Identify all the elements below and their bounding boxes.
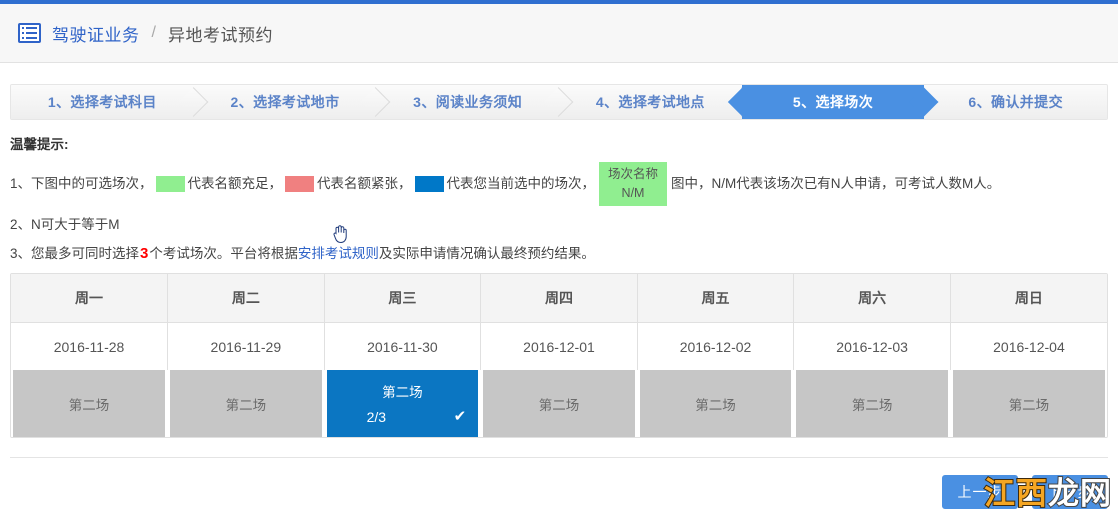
legend-sample-name: 场次名称: [608, 165, 658, 184]
breadcrumb-separator: /: [152, 24, 156, 42]
session-slot-tue[interactable]: 第二场: [170, 370, 322, 437]
session-slot-name-fri: 第二场: [695, 394, 736, 414]
tip-line-2: 2、N可大于等于M: [10, 215, 1108, 235]
tip2-text: 2、N可大于等于M: [10, 215, 120, 235]
step-item-1[interactable]: 1、选择考试科目: [11, 85, 194, 119]
slot-cell-1: 第二场: [11, 370, 168, 437]
exam-rules-link[interactable]: 安排考试规则: [298, 244, 379, 264]
date-cell-5: 2016-12-02: [637, 323, 794, 371]
step-item-4[interactable]: 4、选择考试地点: [559, 85, 742, 119]
tip1-green-text: 代表名额充足，: [188, 174, 283, 194]
tips-title: 温馨提示:: [10, 133, 1108, 153]
session-slot-name-thu: 第二场: [539, 394, 580, 414]
tip3-prefix: 3、您最多可同时选择: [10, 244, 139, 264]
step-label-2: 2、选择考试地市: [231, 92, 340, 112]
tips-section: 温馨提示: 1、下图中的可选场次， 代表名额充足， 代表名额紧张， 代表您当前选…: [10, 133, 1108, 264]
step-label-3: 3、阅读业务须知: [413, 92, 522, 112]
tip3-middle: 个考试场次。平台将根据: [149, 244, 298, 264]
session-slot-fri[interactable]: 第二场: [640, 370, 792, 437]
footer-actions: 上一步 下一步: [10, 475, 1108, 509]
step-label-5: 5、选择场次: [793, 92, 873, 112]
session-slot-name-mon: 第二场: [69, 394, 110, 414]
session-calendar: 周一 周二 周三 周四 周五 周六 周日 2016-11-28 2016-11-…: [10, 273, 1108, 438]
tip-line-3: 3、您最多可同时选择 3 个考试场次。平台将根据 安排考试规则 及实际申请情况确…: [10, 244, 1108, 264]
slot-cell-2: 第二场: [168, 370, 325, 437]
step-label-4: 4、选择考试地点: [596, 92, 705, 112]
calendar-weekday-header-row: 周一 周二 周三 周四 周五 周六 周日: [11, 274, 1107, 323]
date-cell-3: 2016-11-30: [324, 323, 481, 371]
step-item-2[interactable]: 2、选择考试地市: [194, 85, 377, 119]
weekday-header-sat: 周六: [794, 274, 951, 323]
session-slot-sun[interactable]: 第二场: [953, 370, 1105, 437]
slot-cell-7: 第二场: [950, 370, 1107, 437]
date-cell-7: 2016-12-04: [950, 323, 1107, 371]
tip1-suffix: 图中，N/M代表该场次已有N人申请，可考试人数M人。: [671, 174, 1000, 194]
breadcrumb-current-page: 异地考试预约: [168, 21, 273, 46]
weekday-header-fri: 周五: [637, 274, 794, 323]
weekday-header-sun: 周日: [950, 274, 1107, 323]
slot-cell-4: 第二场: [481, 370, 638, 437]
weekday-header-tue: 周二: [168, 274, 325, 323]
tip1-prefix: 1、下图中的可选场次，: [10, 174, 153, 194]
calendar-date-row: 2016-11-28 2016-11-29 2016-11-30 2016-12…: [11, 323, 1107, 371]
slot-cell-3: 第二场 2/3 ✔: [324, 370, 481, 437]
legend-swatch-green: [156, 176, 185, 192]
weekday-header-mon: 周一: [11, 274, 168, 323]
step-label-1: 1、选择考试科目: [48, 92, 157, 112]
session-slot-mon[interactable]: 第二场: [13, 370, 165, 437]
slot-cell-6: 第二场: [794, 370, 951, 437]
date-cell-4: 2016-12-01: [481, 323, 638, 371]
legend-swatch-red: [285, 176, 314, 192]
breadcrumb: 驾驶证业务 / 异地考试预约: [0, 4, 1118, 63]
slot-cell-5: 第二场: [637, 370, 794, 437]
session-slot-name-tue: 第二场: [226, 394, 267, 414]
session-slot-name-sat: 第二场: [852, 394, 893, 414]
check-icon: ✔: [454, 409, 467, 424]
session-slot-name-sun: 第二场: [1009, 394, 1050, 414]
session-slot-ratio-wed: 2/3: [339, 409, 386, 425]
session-slot-sat[interactable]: 第二场: [796, 370, 948, 437]
tip-line-1: 1、下图中的可选场次， 代表名额充足， 代表名额紧张， 代表您当前选中的场次， …: [10, 162, 1108, 206]
legend-sample-ratio: N/M: [622, 184, 645, 203]
tip3-max-count: 3: [139, 244, 149, 264]
step-progress-bar: 1、选择考试科目 2、选择考试地市 3、阅读业务须知 4、选择考试地点 5、选择…: [10, 84, 1108, 120]
date-cell-6: 2016-12-03: [794, 323, 951, 371]
tip3-suffix: 及实际申请情况确认最终预约结果。: [379, 244, 595, 264]
weekday-header-thu: 周四: [481, 274, 638, 323]
list-icon: [18, 23, 41, 43]
tip1-red-text: 代表名额紧张，: [317, 174, 412, 194]
prev-step-button[interactable]: 上一步: [942, 475, 1018, 509]
tip1-blue-text: 代表您当前选中的场次，: [447, 174, 596, 194]
session-slot-name-wed: 第二场: [382, 381, 423, 401]
breadcrumb-module[interactable]: 驾驶证业务: [52, 21, 140, 46]
step-item-6[interactable]: 6、确认并提交: [924, 85, 1107, 119]
session-slot-thu[interactable]: 第二场: [483, 370, 635, 437]
step-item-3[interactable]: 3、阅读业务须知: [376, 85, 559, 119]
next-step-button[interactable]: 下一步: [1032, 475, 1108, 509]
date-cell-1: 2016-11-28: [11, 323, 168, 371]
step-label-6: 6、确认并提交: [968, 92, 1063, 112]
weekday-header-wed: 周三: [324, 274, 481, 323]
legend-swatch-blue: [415, 176, 444, 192]
date-cell-2: 2016-11-29: [168, 323, 325, 371]
calendar-slot-row: 第二场 第二场 第二场 2/3 ✔: [11, 370, 1107, 437]
footer-divider: [10, 457, 1108, 458]
step-item-5-active[interactable]: 5、选择场次: [742, 85, 925, 119]
legend-sample-box: 场次名称 N/M: [599, 162, 667, 206]
session-slot-wed-selected[interactable]: 第二场 2/3 ✔: [327, 370, 479, 437]
